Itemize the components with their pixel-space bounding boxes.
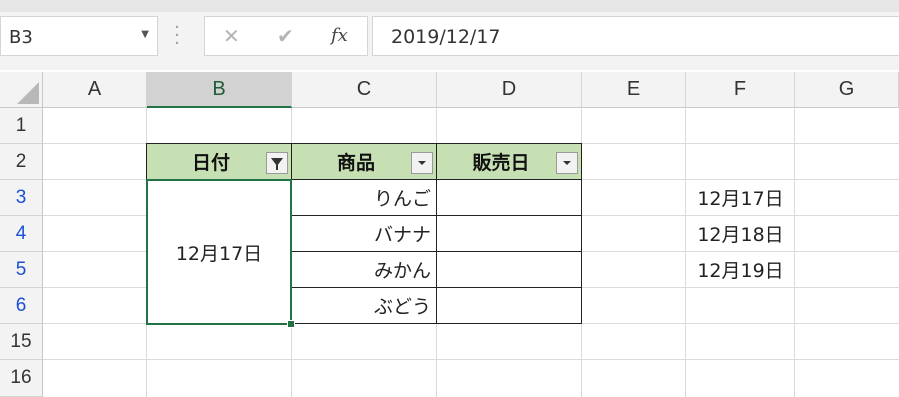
cell-c3[interactable]: りんご — [291, 179, 437, 216]
column-header-b[interactable]: B — [147, 72, 292, 108]
more-vertical-icon[interactable]: · · · — [174, 19, 180, 53]
cell-d4[interactable] — [436, 215, 582, 252]
table-header-sale-date-label: 販売日 — [472, 152, 530, 174]
fill-handle[interactable] — [287, 320, 295, 328]
column-header-a[interactable]: A — [43, 72, 147, 108]
row-header-16[interactable]: 16 — [0, 360, 43, 397]
table-header-sale-date: 販売日 — [436, 143, 582, 180]
formula-input[interactable]: 2019/12/17 — [372, 16, 899, 56]
select-all-corner[interactable] — [0, 72, 43, 108]
column-header-d[interactable]: D — [437, 72, 582, 108]
chevron-down-icon — [563, 161, 571, 165]
row-header-4[interactable]: 4 — [0, 216, 43, 252]
column-header-c[interactable]: C — [292, 72, 437, 108]
filter-dropdown-button[interactable] — [556, 152, 578, 174]
row-header-2[interactable]: 2 — [0, 144, 43, 180]
gridline — [43, 359, 899, 360]
cell-f3[interactable]: 12月17日 — [686, 180, 795, 215]
selected-merged-cell-b3[interactable]: 12月17日 — [146, 179, 292, 325]
title-strip — [0, 0, 899, 12]
table-header-date-label: 日付 — [191, 152, 230, 174]
filter-applied-button[interactable] — [266, 152, 288, 174]
cell-d5[interactable] — [436, 251, 582, 288]
chevron-down-icon — [418, 161, 426, 165]
cancel-icon[interactable]: ✕ — [223, 24, 240, 48]
cell-c4[interactable]: バナナ — [291, 215, 437, 252]
table-header-date: 日付 — [146, 143, 292, 180]
cell-f4[interactable]: 12月18日 — [686, 216, 795, 251]
row-header-1[interactable]: 1 — [0, 108, 43, 144]
filter-icon-stem — [276, 165, 278, 170]
column-header-f[interactable]: F — [686, 72, 795, 108]
formula-value: 2019/12/17 — [391, 26, 501, 48]
cell-f5[interactable]: 12月19日 — [686, 252, 795, 287]
cell-d6[interactable] — [436, 287, 582, 324]
row-header-15[interactable]: 15 — [0, 324, 43, 360]
row-header-6[interactable]: 6 — [0, 288, 43, 324]
column-header-e[interactable]: E — [582, 72, 686, 108]
insert-function-icon[interactable]: fx — [331, 25, 348, 46]
formula-buttons: ✕ ✔ fx — [204, 16, 368, 56]
row-header-5[interactable]: 5 — [0, 252, 43, 288]
name-box[interactable]: B3 ▼ — [0, 16, 158, 56]
enter-icon[interactable]: ✔ — [277, 24, 294, 48]
cell-c5[interactable]: みかん — [291, 251, 437, 288]
name-box-value: B3 — [9, 27, 33, 48]
cell-d3[interactable] — [436, 179, 582, 216]
column-header-g[interactable]: G — [795, 72, 899, 108]
chevron-down-icon[interactable]: ▼ — [141, 29, 149, 40]
cell-c6[interactable]: ぶどう — [291, 287, 437, 324]
table-header-product: 商品 — [291, 143, 437, 180]
table-header-product-label: 商品 — [336, 152, 375, 174]
filter-dropdown-button[interactable] — [411, 152, 433, 174]
row-header-3[interactable]: 3 — [0, 180, 43, 216]
